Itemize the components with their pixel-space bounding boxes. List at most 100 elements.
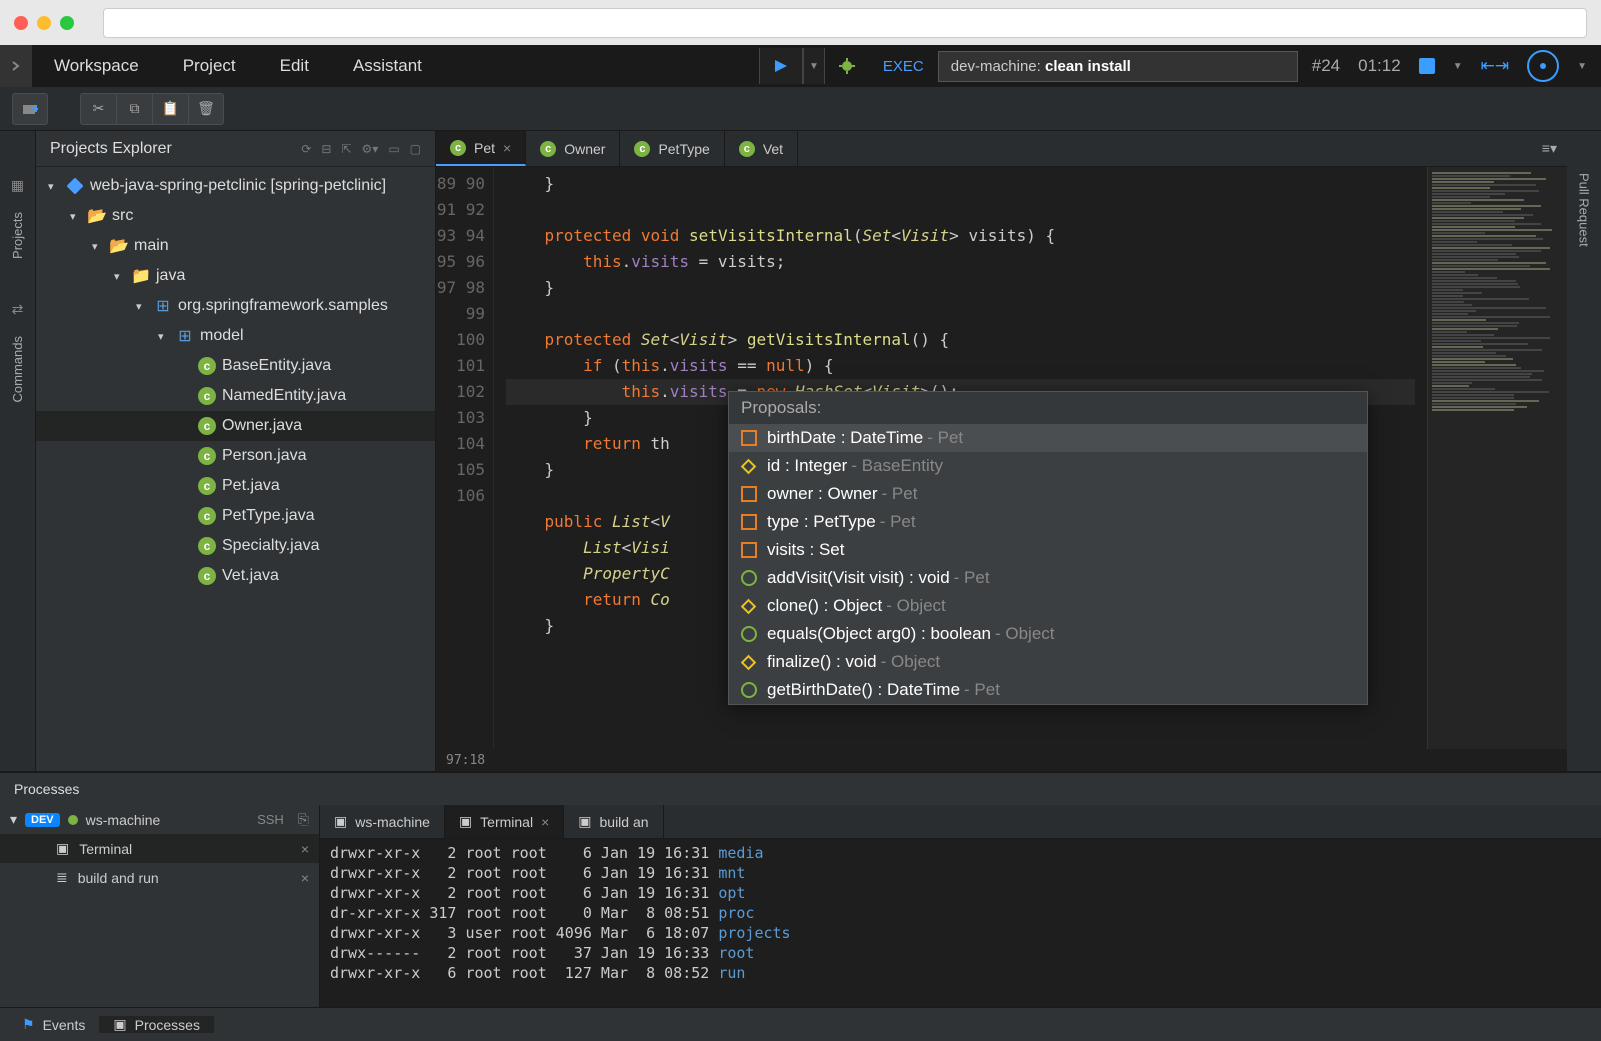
proposal-icon [741, 654, 757, 670]
processes-icon: ▣ [113, 1016, 126, 1033]
target-dropdown-icon[interactable]: ▼ [1577, 61, 1587, 72]
gear-icon[interactable]: ⚙▾ [362, 142, 379, 156]
list-icon: ≣ [56, 869, 68, 886]
exec-target: dev-machine: [951, 58, 1041, 75]
bottom-status-tabs: ⚑ Events ▣ Processes [0, 1007, 1601, 1041]
exec-dropdown-icon[interactable]: ▼ [1453, 61, 1463, 72]
commands-tab[interactable]: Commands [10, 324, 25, 414]
cut-button[interactable]: ✂ [80, 93, 116, 125]
status-dot-icon [68, 815, 78, 825]
dev-badge: DEV [25, 813, 60, 827]
link-icon[interactable]: ⇱ [341, 142, 351, 156]
window-maximize-icon[interactable] [60, 16, 74, 30]
menu-collapse-icon[interactable] [0, 45, 32, 87]
close-icon[interactable]: × [503, 140, 511, 156]
editor-menu-icon[interactable]: ≡▾ [1542, 140, 1557, 157]
process-item-build[interactable]: ≣ build and run × [0, 863, 319, 892]
editor-tab[interactable]: cPetType [620, 131, 724, 166]
commands-tab-icon[interactable]: ⇄ [0, 301, 36, 318]
tree-row[interactable]: ▾📁java [36, 261, 435, 291]
editor-tab[interactable]: cOwner [526, 131, 620, 166]
java-class-icon: c [198, 447, 216, 465]
projects-tab-icon[interactable]: ▦ [0, 177, 36, 194]
editor-tab[interactable]: cVet [725, 131, 798, 166]
window-close-icon[interactable] [14, 16, 28, 30]
exec-command-input[interactable]: dev-machine: clean install [938, 51, 1298, 82]
tree-row[interactable]: cSpecialty.java [36, 531, 435, 561]
close-icon[interactable]: × [301, 841, 309, 857]
autocomplete-item[interactable]: getBirthDate() : DateTime - Pet [729, 676, 1367, 704]
process-item-terminal[interactable]: ▣ Terminal × [0, 834, 319, 863]
editor-tab[interactable]: cPet× [436, 131, 526, 166]
expand-icon[interactable]: ▢ [410, 142, 421, 156]
autocomplete-item[interactable]: finalize() : void - Object [729, 648, 1367, 676]
tree-row[interactable]: ▾⊞org.springframework.samples [36, 291, 435, 321]
delete-button[interactable]: 🗑 [188, 93, 224, 125]
tree-row[interactable]: ▾📂main [36, 231, 435, 261]
processes-title: Processes [14, 781, 79, 797]
terminal-icon: ▣ [56, 840, 69, 857]
copy-button[interactable]: ⧉ [116, 93, 152, 125]
target-icon[interactable] [1527, 50, 1559, 82]
terminal-tab-icon: ▣ [334, 813, 347, 830]
stop-icon[interactable] [1419, 58, 1435, 74]
proposal-icon [741, 458, 757, 474]
tree-row[interactable]: cPet.java [36, 471, 435, 501]
autocomplete-item[interactable]: equals(Object arg0) : boolean - Object [729, 620, 1367, 648]
autocomplete-item[interactable]: type : PetType - Pet [729, 508, 1367, 536]
menu-workspace[interactable]: Workspace [32, 56, 161, 76]
terminal-tab[interactable]: ▣Terminal× [445, 805, 564, 838]
projects-tab[interactable]: Projects [10, 200, 25, 271]
menu-edit[interactable]: Edit [258, 56, 331, 76]
minimap[interactable] [1427, 167, 1567, 749]
run-button[interactable] [759, 48, 803, 84]
paste-button[interactable]: 📋 [152, 93, 188, 125]
tree-row[interactable]: cNamedEntity.java [36, 381, 435, 411]
left-tool-gutter: ▦ Projects ⇄ Commands [0, 131, 36, 771]
terminal-tab[interactable]: ▣ws-machine [320, 805, 445, 838]
tree-row[interactable]: cBaseEntity.java [36, 351, 435, 381]
tree-row[interactable]: cPetType.java [36, 501, 435, 531]
exec-cmd: clean install [1045, 58, 1131, 75]
tree-row[interactable]: ▾⊞model [36, 321, 435, 351]
menu-project[interactable]: Project [161, 56, 258, 76]
terminal-tab[interactable]: ▣build an [564, 805, 663, 838]
autocomplete-item[interactable]: visits : Set [729, 536, 1367, 564]
folder-icon: 📂 [110, 237, 128, 255]
ssh-icon[interactable]: ⎘ [298, 811, 309, 828]
refresh-icon[interactable]: ⟳ [301, 142, 311, 156]
run-dropdown[interactable]: ▼ [803, 48, 825, 84]
line-numbers: 89 90 91 92 93 94 95 96 97 98 99 100 101… [436, 167, 494, 749]
tree-row[interactable]: cPerson.java [36, 441, 435, 471]
processes-panel: Processes ▾ DEV ws-machine SSH ⎘ ▣ Termi… [0, 771, 1601, 1007]
tree-row[interactable]: ▾web-java-spring-petclinic [spring-petcl… [36, 171, 435, 201]
autocomplete-item[interactable]: id : Integer - BaseEntity [729, 452, 1367, 480]
autocomplete-header: Proposals: [729, 392, 1367, 424]
new-file-button[interactable] [12, 93, 48, 125]
minimize-icon[interactable]: ▭ [388, 142, 399, 156]
collapse-icon[interactable]: ⊟ [321, 142, 331, 156]
proposal-icon [741, 514, 757, 530]
ssh-label[interactable]: SSH [257, 812, 284, 827]
menu-assistant[interactable]: Assistant [331, 56, 444, 76]
tree-row[interactable]: cVet.java [36, 561, 435, 591]
autocomplete-item[interactable]: addVisit(Visit visit) : void - Pet [729, 564, 1367, 592]
split-icon[interactable]: ⇤⇥ [1481, 56, 1510, 76]
debug-button[interactable] [825, 48, 869, 84]
sidebar-title: Projects Explorer [50, 140, 172, 158]
close-icon[interactable]: × [541, 814, 549, 830]
autocomplete-item[interactable]: birthDate : DateTime - Pet [729, 424, 1367, 452]
events-tab[interactable]: ⚑ Events [8, 1016, 99, 1033]
terminal-output[interactable]: drwxr-xr-x 2 root root 6 Jan 19 16:31 me… [320, 839, 1601, 1007]
autocomplete-item[interactable]: clone() : Object - Object [729, 592, 1367, 620]
window-minimize-icon[interactable] [37, 16, 51, 30]
machine-name: ws-machine [86, 812, 161, 828]
tree-row[interactable]: ▾📂src [36, 201, 435, 231]
processes-tab[interactable]: ▣ Processes [99, 1016, 214, 1033]
process-machine[interactable]: ▾ DEV ws-machine SSH ⎘ [0, 805, 319, 834]
pull-request-tab[interactable]: Pull Request [1577, 161, 1592, 259]
close-icon[interactable]: × [301, 870, 309, 886]
tree-row[interactable]: cOwner.java [36, 411, 435, 441]
autocomplete-item[interactable]: owner : Owner - Pet [729, 480, 1367, 508]
address-bar[interactable] [103, 8, 1587, 38]
